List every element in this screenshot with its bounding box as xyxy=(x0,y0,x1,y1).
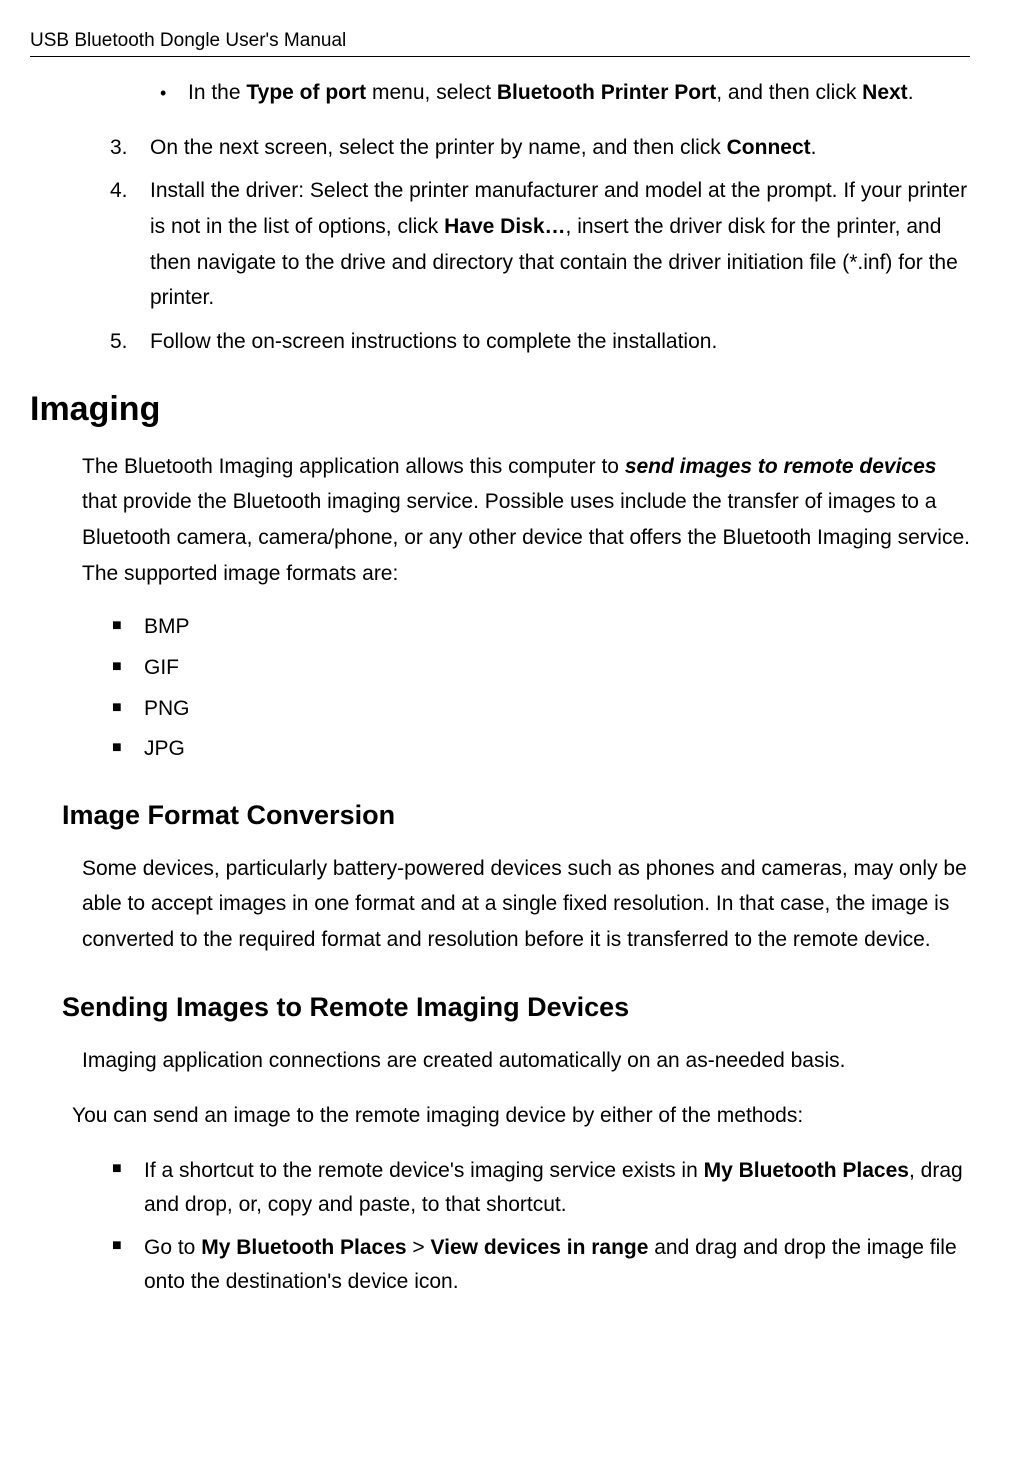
text: The Bluetooth Imaging application allows… xyxy=(82,455,625,478)
paragraph: Some devices, particularly battery-power… xyxy=(30,851,970,958)
bold-text: View devices in range xyxy=(431,1236,649,1259)
text: If a shortcut to the remote device's ima… xyxy=(144,1159,704,1182)
bold-text: Bluetooth Printer Port xyxy=(497,81,716,104)
bold-text: My Bluetooth Places xyxy=(704,1159,909,1182)
text: On the next screen, select the printer b… xyxy=(150,136,727,159)
text: that provide the Bluetooth imaging servi… xyxy=(82,490,970,584)
square-bullet-icon: ■ xyxy=(112,1231,144,1298)
list-item-text: GIF xyxy=(144,652,179,685)
list-item-text: PNG xyxy=(144,693,190,726)
text: In the xyxy=(188,81,246,104)
paragraph: The Bluetooth Imaging application allows… xyxy=(30,449,970,592)
bullet-icon: • xyxy=(160,77,188,110)
text: . xyxy=(811,136,817,159)
list-item: ■ JPG xyxy=(112,733,970,766)
list-item: ■ If a shortcut to the remote device's i… xyxy=(112,1154,970,1221)
paragraph: Imaging application connections are crea… xyxy=(30,1043,970,1079)
bold-text: Have Disk… xyxy=(444,215,565,238)
numbered-list: 3. On the next screen, select the printe… xyxy=(30,130,970,360)
list-item-text: On the next screen, select the printer b… xyxy=(150,130,816,166)
list-item-text: BMP xyxy=(144,611,190,644)
text: Follow the on-screen instructions to com… xyxy=(150,330,717,353)
list-item: • In the Type of port menu, select Bluet… xyxy=(160,77,970,110)
list-item-text: Follow the on-screen instructions to com… xyxy=(150,324,717,360)
list-item: ■ Go to My Bluetooth Places > View devic… xyxy=(112,1231,970,1298)
list-item: ■ PNG xyxy=(112,693,970,726)
list-item: 5. Follow the on-screen instructions to … xyxy=(110,324,970,360)
list-item: 4. Install the driver: Select the printe… xyxy=(110,173,970,316)
bold-text: Type of port xyxy=(246,81,366,104)
document-page: USB Bluetooth Dongle User's Manual • In … xyxy=(0,0,1010,1348)
bold-text: My Bluetooth Places xyxy=(201,1236,406,1259)
text: , and then click xyxy=(716,81,862,104)
square-bullet-icon: ■ xyxy=(112,652,144,685)
bold-italic-text: send images to remote devices xyxy=(625,455,937,478)
format-list: ■ BMP ■ GIF ■ PNG ■ JPG xyxy=(30,611,970,765)
list-item-text: If a shortcut to the remote device's ima… xyxy=(144,1154,970,1221)
text: Go to xyxy=(144,1236,201,1259)
list-item: ■ BMP xyxy=(112,611,970,644)
text: . xyxy=(908,81,914,104)
list-number: 3. xyxy=(110,130,150,166)
list-item: 3. On the next screen, select the printe… xyxy=(110,130,970,166)
methods-list: ■ If a shortcut to the remote device's i… xyxy=(30,1154,970,1298)
square-bullet-icon: ■ xyxy=(112,611,144,644)
list-item: ■ GIF xyxy=(112,652,970,685)
list-item-text: Install the driver: Select the printer m… xyxy=(150,173,970,316)
section-heading-imaging: Imaging xyxy=(30,390,970,429)
list-item-text: In the Type of port menu, select Bluetoo… xyxy=(188,77,914,110)
page-header: USB Bluetooth Dongle User's Manual xyxy=(30,30,970,52)
list-number: 5. xyxy=(110,324,150,360)
square-bullet-icon: ■ xyxy=(112,1154,144,1221)
text: > xyxy=(407,1236,431,1259)
bold-text: Next xyxy=(862,81,908,104)
list-item-text: Go to My Bluetooth Places > View devices… xyxy=(144,1231,970,1298)
subsection-heading-sending: Sending Images to Remote Imaging Devices xyxy=(30,992,970,1023)
header-divider xyxy=(30,56,970,57)
text: menu, select xyxy=(366,81,497,104)
square-bullet-icon: ■ xyxy=(112,733,144,766)
paragraph: You can send an image to the remote imag… xyxy=(30,1098,970,1134)
bold-text: Connect xyxy=(727,136,811,159)
square-bullet-icon: ■ xyxy=(112,693,144,726)
list-item-text: JPG xyxy=(144,733,185,766)
subsection-heading-conversion: Image Format Conversion xyxy=(30,800,970,831)
nested-bullet-list: • In the Type of port menu, select Bluet… xyxy=(30,77,970,110)
list-number: 4. xyxy=(110,173,150,316)
